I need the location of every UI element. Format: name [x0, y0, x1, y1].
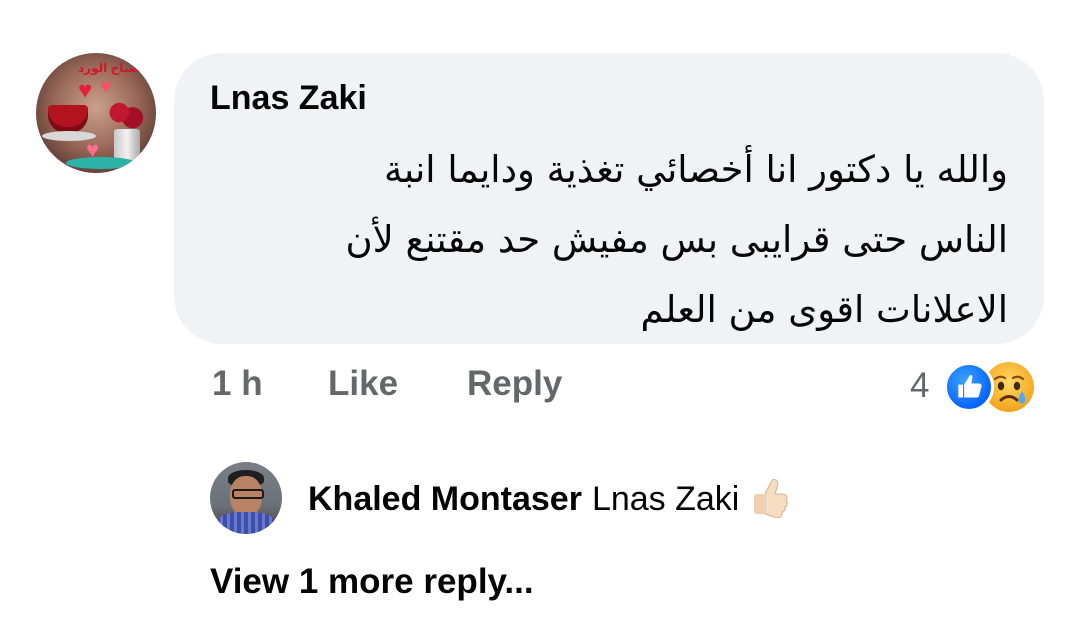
plate-graphic — [66, 157, 136, 169]
thumbs-up-icon — [749, 476, 789, 527]
roses-graphic — [106, 99, 144, 133]
avatar-caption: صباح الورد — [78, 61, 141, 75]
view-more-replies-link[interactable]: View 1 more reply... — [210, 562, 534, 602]
comment-timestamp[interactable]: 1 h — [212, 364, 263, 404]
like-icon — [944, 362, 994, 412]
heart-decoration: ♥ — [100, 76, 112, 98]
comment-line: والله يا دكتور انا أخصائي تغذية ودايما ا… — [383, 148, 1008, 191]
avatar-shirt — [216, 512, 276, 534]
comment-line: الاعلانات اقوى من العلم — [640, 288, 1008, 331]
reaction-count: 4 — [910, 366, 930, 405]
avatar-glasses — [232, 489, 264, 499]
comment-author-name[interactable]: Lnas Zaki — [210, 79, 367, 118]
reply-author-avatar[interactable] — [210, 462, 282, 534]
heart-decoration: ♥ — [86, 137, 100, 162]
heart-decoration: ♥ — [78, 77, 93, 104]
comment-line: الناس حتى قرايبى بس مفيش حد مقتنع لأن — [345, 218, 1008, 261]
reply-author-name[interactable]: Khaled Montaser — [308, 480, 582, 518]
reactions-summary[interactable]: 4 — [910, 356, 1050, 416]
commenter-avatar[interactable]: صباح الورد ♥ ♥ ♥ — [36, 53, 156, 173]
like-button[interactable]: Like — [328, 364, 398, 404]
comment-bubble: Lnas Zaki والله يا دكتور انا أخصائي تغذي… — [174, 53, 1044, 344]
reply-mention: Lnas Zaki — [591, 480, 740, 518]
cup-graphic — [48, 105, 88, 133]
vase-graphic — [114, 129, 140, 161]
comment-body: والله يا دكتور انا أخصائي تغذية ودايما ا… — [228, 135, 1008, 345]
reply-button[interactable]: Reply — [467, 364, 562, 404]
reply-preview[interactable]: Khaled Montaser Lnas Zaki — [308, 476, 789, 527]
